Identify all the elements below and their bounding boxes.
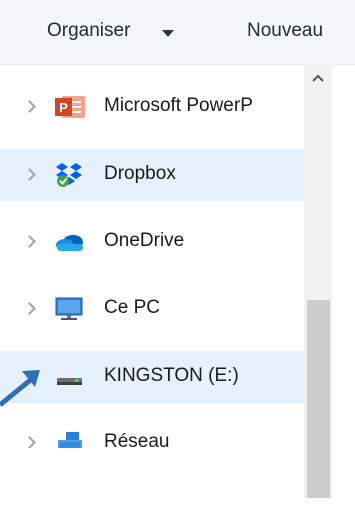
network-icon	[58, 432, 82, 448]
new-folder-button[interactable]: Nouveau	[247, 20, 323, 42]
nav-item-powerpoint[interactable]: P Microsoft PowerP	[0, 81, 304, 133]
chevron-right-icon[interactable]	[23, 436, 36, 448]
nav-item-label: KINGSTON (E:)	[104, 365, 239, 386]
nav-item-label: OneDrive	[104, 230, 185, 251]
pointer-arrow-icon	[0, 370, 40, 407]
chevron-down-icon[interactable]	[162, 30, 174, 37]
nav-item-dropbox[interactable]: Dropbox	[0, 149, 304, 201]
organise-menu-button[interactable]: Organiser	[47, 20, 130, 42]
scroll-up-arrow-icon[interactable]	[309, 70, 327, 88]
svg-text:P: P	[59, 100, 68, 115]
computer-monitor-icon	[55, 297, 83, 320]
chevron-right-icon[interactable]	[23, 235, 36, 248]
scrollbar-thumb[interactable]	[307, 300, 330, 498]
nav-item-label: Microsoft PowerP	[104, 95, 253, 116]
chevron-right-icon[interactable]	[23, 168, 36, 181]
powerpoint-icon: P	[55, 96, 85, 118]
chevron-right-icon[interactable]	[23, 100, 36, 113]
nav-item-label: Dropbox	[104, 163, 176, 184]
nav-item-label: Réseau	[104, 431, 170, 448]
nav-item-onedrive[interactable]: OneDrive	[0, 216, 304, 268]
usb-drive-icon	[57, 378, 82, 385]
navigation-pane: P Microsoft PowerP Dropbox OneDrive Ce P…	[0, 64, 304, 506]
chevron-right-icon[interactable]	[23, 302, 36, 315]
command-bar: Organiser Nouveau	[0, 0, 355, 65]
nav-item-label: Ce PC	[104, 297, 160, 318]
nav-item-network[interactable]: Réseau	[0, 417, 304, 448]
nav-item-this-pc[interactable]: Ce PC	[0, 283, 304, 335]
onedrive-cloud-icon	[56, 235, 83, 251]
dropbox-icon	[56, 163, 82, 187]
